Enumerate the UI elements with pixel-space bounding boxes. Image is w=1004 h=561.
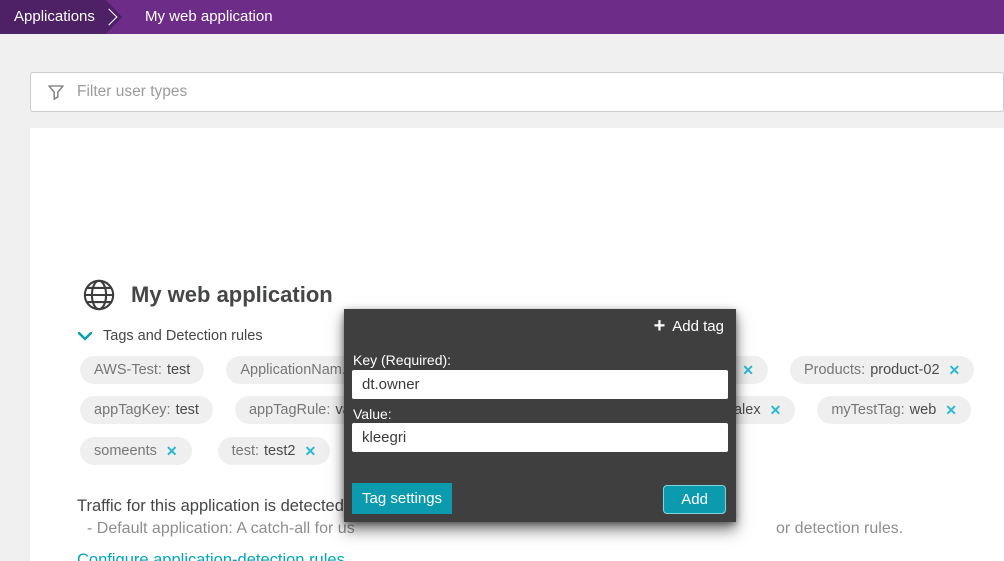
value-input[interactable] [352, 423, 728, 452]
traffic-detection-text: Traffic for this application is detected [77, 497, 344, 516]
key-input[interactable] [352, 370, 728, 399]
tag-key: AWS-Test: [94, 362, 162, 378]
configure-detection-rules-link[interactable]: Configure application-detection rules [77, 551, 345, 561]
tag-key: test: [232, 443, 259, 459]
filter-bar[interactable] [30, 72, 1004, 112]
remove-tag-icon[interactable] [742, 362, 754, 379]
breadcrumb: Applications My web application [0, 0, 1004, 34]
tag-value: test2 [264, 443, 295, 459]
add-tag-popup: Add tag Key (Required): Value: Tag setti… [344, 309, 736, 522]
tag-chip: test: test2 [218, 437, 331, 465]
filter-input[interactable] [75, 82, 1003, 102]
tag-chip: AWS-Test: test [80, 356, 204, 384]
default-application-text-continued: or detection rules. [776, 520, 903, 538]
tag-chip: Products: product-02 [790, 356, 974, 384]
plus-icon [654, 317, 666, 336]
add-tag-button[interactable]: Add tag [654, 317, 724, 336]
tag-key: someents [94, 443, 157, 459]
tag-key: myTestTag: [831, 402, 904, 418]
tag-value: web [910, 402, 937, 418]
add-button[interactable]: Add [663, 485, 726, 514]
breadcrumb-item-applications-label[interactable]: Applications [14, 0, 95, 34]
tag-value: alex [734, 402, 761, 418]
page-title: My web application [131, 282, 333, 308]
tag-value: test [176, 402, 199, 418]
application-title-row: My web application [82, 278, 333, 312]
tag-key: ApplicationNam... [240, 362, 354, 378]
default-application-text: - Default application: A catch-all for u… [87, 520, 355, 538]
tag-value: product-02 [870, 362, 939, 378]
tags-detection-toggle-label: Tags and Detection rules [103, 328, 263, 344]
remove-tag-icon[interactable] [166, 443, 178, 460]
tag-chip: myTestTag: web [817, 396, 971, 424]
add-tag-button-label: Add tag [672, 318, 724, 335]
tag-value: test [167, 362, 190, 378]
value-field-label: Value: [353, 406, 392, 422]
tags-detection-toggle[interactable]: Tags and Detection rules [78, 328, 263, 344]
tag-settings-button[interactable]: Tag settings [352, 483, 452, 514]
chevron-down-icon [78, 332, 92, 341]
filter-funnel-icon [47, 83, 65, 101]
remove-tag-icon[interactable] [949, 362, 961, 379]
tag-chip: appTagKey: test [80, 396, 213, 424]
tag-key: appTagRule: [249, 402, 330, 418]
key-field-label: Key (Required): [353, 352, 451, 368]
tag-key: Products: [804, 362, 865, 378]
tag-chip: someents [80, 437, 192, 465]
remove-tag-icon[interactable] [945, 402, 957, 419]
breadcrumb-item-current[interactable]: My web application [145, 0, 273, 34]
remove-tag-icon[interactable] [770, 402, 782, 419]
tag-key: appTagKey: [94, 402, 171, 418]
page: Applications My web application My web a… [0, 0, 1004, 561]
globe-icon [82, 278, 116, 312]
remove-tag-icon[interactable] [304, 443, 316, 460]
